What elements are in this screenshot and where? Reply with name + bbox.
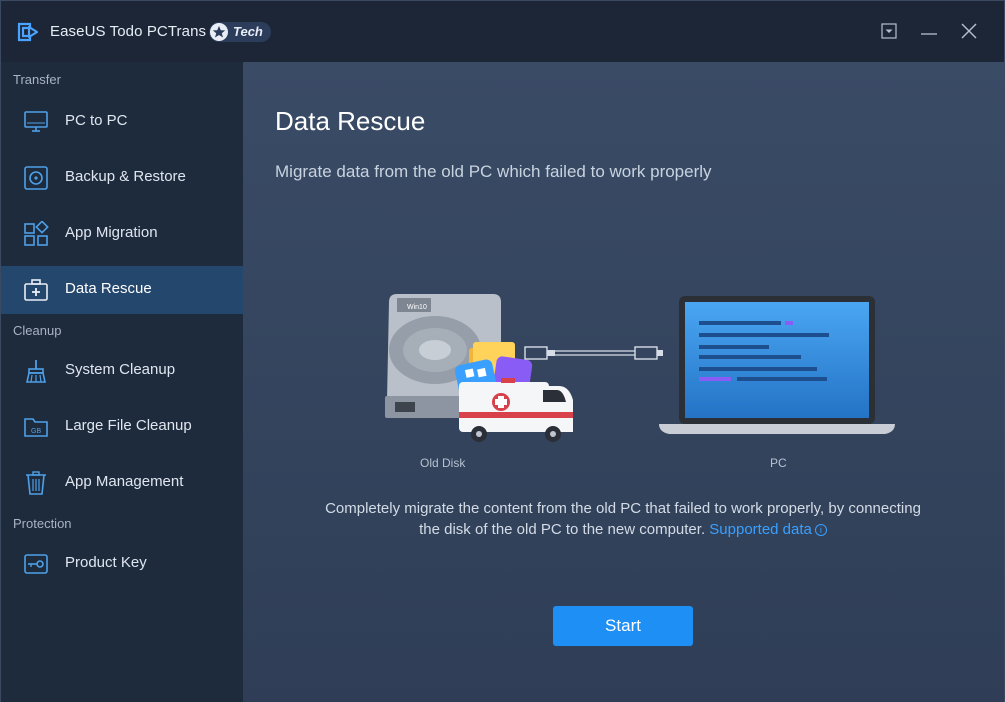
tech-badge: Tech	[209, 22, 271, 42]
start-button[interactable]: Start	[553, 606, 693, 646]
tech-badge-label: Tech	[233, 24, 263, 39]
sidebar-item-app-migration[interactable]: App Migration	[1, 210, 243, 258]
sidebar: Transfer PC to PC Backup & Restore App M…	[1, 62, 243, 702]
ambulance-icon	[459, 378, 573, 442]
sidebar-item-label: PC to PC	[65, 112, 128, 129]
minimize-icon[interactable]	[917, 19, 941, 43]
supported-data-link[interactable]: Supported data	[709, 521, 812, 538]
description-body: Completely migrate the content from the …	[325, 500, 921, 538]
sidebar-item-label: App Migration	[65, 224, 158, 241]
close-icon[interactable]	[957, 19, 981, 43]
monitor-icon	[24, 111, 48, 132]
trash-icon	[26, 471, 46, 495]
app-migration-icon	[24, 221, 49, 246]
usb-cable-icon	[524, 346, 663, 360]
old-disk-caption: Old Disk	[420, 456, 466, 470]
backup-restore-icon	[24, 166, 48, 190]
sidebar-item-app-management[interactable]: App Management	[1, 459, 243, 507]
gb-folder-icon: GB	[24, 418, 48, 437]
app-logo-icon	[17, 22, 39, 42]
page-title: Data Rescue	[275, 106, 426, 136]
page-subtitle: Migrate data from the old PC which faile…	[275, 162, 712, 181]
sidebar-item-pc-to-pc[interactable]: PC to PC	[1, 98, 243, 146]
description-text: Completely migrate the content from the …	[323, 498, 923, 540]
broom-icon	[26, 360, 46, 383]
sidebar-item-large-file-cleanup[interactable]: GB Large File Cleanup	[1, 403, 243, 451]
sidebar-item-backup-restore[interactable]: Backup & Restore	[1, 154, 243, 202]
info-icon[interactable]: i	[814, 524, 827, 536]
pc-caption: PC	[770, 456, 787, 470]
sidebar-item-label: Backup & Restore	[65, 168, 186, 185]
section-label-cleanup: Cleanup	[13, 323, 62, 338]
sidebar-item-label: Data Rescue	[65, 280, 152, 297]
main-panel: Data Rescue Migrate data from the old PC…	[243, 62, 1004, 702]
key-icon	[24, 554, 48, 574]
sidebar-item-data-rescue[interactable]: Data Rescue	[1, 266, 243, 314]
first-aid-kit-icon	[24, 279, 48, 301]
dropdown-menu-icon[interactable]	[877, 19, 901, 43]
section-label-protection: Protection	[13, 516, 72, 531]
section-label-transfer: Transfer	[13, 72, 61, 87]
disk-label: Win10	[407, 304, 427, 311]
sidebar-item-product-key[interactable]: Product Key	[1, 540, 243, 588]
star-icon	[210, 23, 228, 41]
sidebar-item-system-cleanup[interactable]: System Cleanup	[1, 347, 243, 395]
laptop-icon	[659, 296, 895, 434]
sidebar-item-label: App Management	[65, 473, 184, 490]
sidebar-item-label: Large File Cleanup	[65, 417, 192, 434]
svg-text:GB: GB	[31, 428, 41, 435]
app-title: EaseUS Todo PCTrans	[50, 23, 207, 40]
sidebar-item-label: System Cleanup	[65, 361, 176, 378]
sidebar-item-label: Product Key	[65, 554, 147, 571]
app-window: EaseUS Todo PCTrans Tech Transfer PC to …	[0, 0, 1005, 702]
title-bar: EaseUS Todo PCTrans Tech	[1, 1, 1004, 62]
